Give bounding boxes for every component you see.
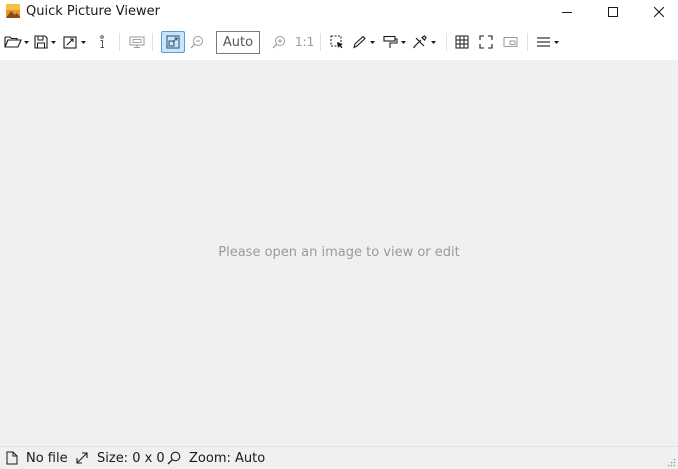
info-icon — [100, 35, 104, 48]
zoom-input[interactable]: Auto — [216, 31, 260, 54]
open-button[interactable] — [4, 31, 30, 53]
status-size-label: Size: 0 x 0 — [97, 450, 165, 466]
close-icon — [654, 7, 664, 17]
status-file: No file — [6, 450, 68, 466]
auto-zoom-icon — [166, 35, 180, 49]
status-size: Size: 0 x 0 — [75, 450, 165, 466]
toolbar-separator — [446, 33, 447, 51]
zoom-in-button[interactable] — [272, 31, 288, 53]
export-button[interactable] — [63, 31, 89, 53]
empty-message: Please open an image to view or edit — [218, 245, 460, 260]
picture-in-picture-button[interactable] — [503, 31, 519, 53]
close-button[interactable] — [636, 0, 678, 24]
zoom-out-icon — [190, 36, 203, 49]
status-zoom: Zoom: Auto — [167, 450, 265, 466]
grid-button[interactable] — [455, 31, 471, 53]
save-icon — [34, 35, 56, 49]
tools-button[interactable] — [412, 31, 438, 53]
status-zoom-label: Zoom: Auto — [189, 450, 266, 466]
status-file-label: No file — [26, 450, 68, 466]
zoom-out-button[interactable] — [190, 31, 206, 53]
menu-icon — [537, 37, 559, 47]
status-bar: No file Size: 0 x 0 Zoom: Auto — [0, 446, 678, 469]
draw-icon — [353, 35, 375, 49]
image-canvas[interactable]: Please open an image to view or edit — [0, 60, 678, 446]
zoom-icon — [167, 451, 181, 465]
menu-button[interactable] — [536, 31, 562, 53]
toolbar-separator — [320, 33, 321, 51]
original-size-button[interactable]: 1:1 — [295, 34, 314, 50]
zoom-in-icon — [272, 36, 285, 49]
fullscreen-button[interactable] — [479, 31, 495, 53]
toolbar-separator — [119, 33, 120, 51]
export-icon — [63, 36, 86, 49]
resize-grip-icon[interactable] — [666, 457, 676, 467]
landscape-photo-icon — [6, 4, 20, 18]
info-button[interactable] — [97, 31, 109, 53]
resize-arrows-icon — [76, 452, 88, 464]
auto-zoom-button[interactable] — [161, 31, 185, 53]
picture-in-picture-icon — [503, 37, 518, 47]
grid-icon — [455, 35, 469, 49]
maximize-button[interactable] — [590, 0, 636, 24]
slideshow-button[interactable] — [129, 31, 147, 53]
title-bar: Quick Picture Viewer — [0, 0, 678, 24]
paint-icon — [383, 35, 406, 48]
paint-button[interactable] — [383, 31, 409, 53]
window-title: Quick Picture Viewer — [26, 4, 160, 19]
minimize-icon — [562, 12, 572, 13]
file-icon — [6, 451, 18, 465]
toolbar-separator — [527, 33, 528, 51]
select-button[interactable] — [330, 31, 346, 53]
minimize-button[interactable] — [544, 0, 590, 24]
save-button[interactable] — [34, 31, 58, 53]
slideshow-icon — [129, 36, 145, 48]
toolbar-separator — [152, 33, 153, 51]
select-icon — [330, 35, 343, 49]
draw-button[interactable] — [352, 31, 378, 53]
maximize-icon — [608, 7, 618, 17]
tools-icon — [413, 35, 436, 49]
fullscreen-icon — [479, 35, 493, 49]
open-folder-icon — [4, 36, 29, 48]
